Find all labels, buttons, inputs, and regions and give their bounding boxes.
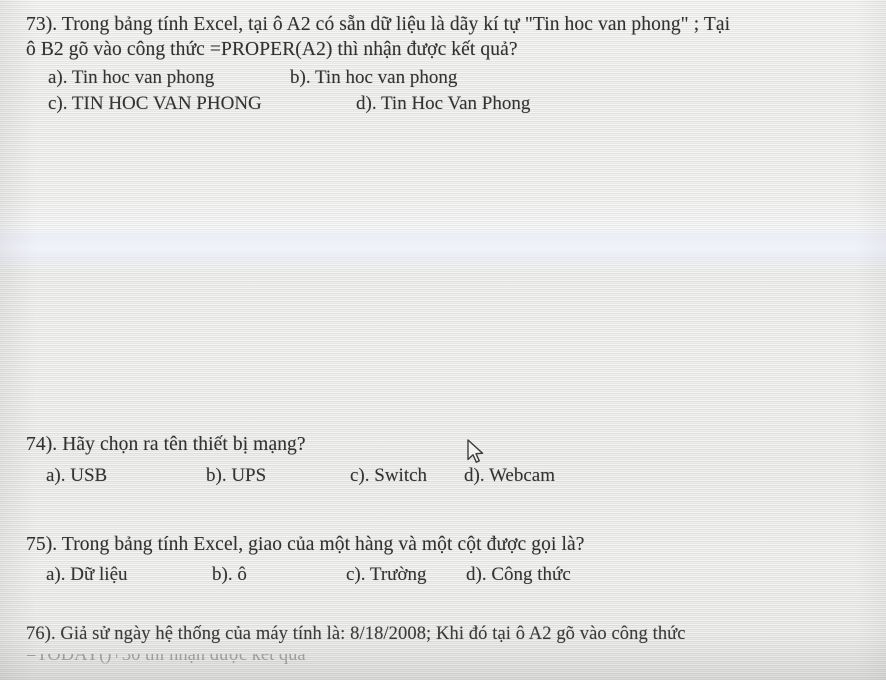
question-73-option-b[interactable]: b). Tin hoc van phong xyxy=(290,65,457,91)
question-73-options-row-2: c). TIN HOC VAN PHONG d). Tin Hoc Van Ph… xyxy=(26,91,886,117)
question-74-stem: 74). Hãy chọn ra tên thiết bị mạng? xyxy=(26,434,306,455)
question-73: 73). Trong bảng tính Excel, tại ô A2 có … xyxy=(26,12,886,117)
question-75-option-d[interactable]: d). Công thức xyxy=(466,562,571,588)
question-75-stem: 75). Trong bảng tính Excel, giao của một… xyxy=(26,534,585,555)
question-73-option-a[interactable]: a). Tin hoc van phong xyxy=(48,65,214,91)
question-75-option-c[interactable]: c). Trường xyxy=(346,562,427,588)
question-76: 76). Giả sử ngày hệ thống của máy tính l… xyxy=(26,622,886,647)
question-74-option-d[interactable]: d). Webcam xyxy=(464,463,555,489)
cut-off-text: =TODAY()+30 thì nhận được kết quả xyxy=(26,654,306,665)
question-73-stem-line-1: 73). Trong bảng tính Excel, tại ô A2 có … xyxy=(26,14,731,35)
question-74-option-a[interactable]: a). USB xyxy=(46,463,107,489)
scanned-page: 73). Trong bảng tính Excel, tại ô A2 có … xyxy=(0,0,886,680)
question-73-option-d[interactable]: d). Tin Hoc Van Phong xyxy=(356,91,530,117)
question-74: 74). Hãy chọn ra tên thiết bị mạng? a). … xyxy=(26,432,886,489)
question-74-options-row: a). USB b). UPS c). Switch d). Webcam xyxy=(26,463,886,489)
question-75: 75). Trong bảng tính Excel, giao của một… xyxy=(26,532,886,588)
page-content: 73). Trong bảng tính Excel, tại ô A2 có … xyxy=(0,0,886,680)
question-73-options-row-1: a). Tin hoc van phong b). Tin hoc van ph… xyxy=(26,65,886,91)
question-73-option-c[interactable]: c). TIN HOC VAN PHONG xyxy=(48,91,262,117)
question-75-option-a[interactable]: a). Dữ liệu xyxy=(46,562,128,588)
question-73-stem-line-2: ô B2 gõ vào công thức =PROPER(A2) thì nh… xyxy=(26,39,518,60)
question-74-option-b[interactable]: b). UPS xyxy=(206,463,266,489)
question-75-options-row: a). Dữ liệu b). ô c). Trường d). Công th… xyxy=(26,562,886,588)
question-74-option-c[interactable]: c). Switch xyxy=(350,463,427,489)
cut-off-text-line: =TODAY()+30 thì nhận được kết quả xyxy=(26,654,586,668)
question-75-option-b[interactable]: b). ô xyxy=(212,562,247,588)
question-76-stem: 76). Giả sử ngày hệ thống của máy tính l… xyxy=(26,624,686,644)
